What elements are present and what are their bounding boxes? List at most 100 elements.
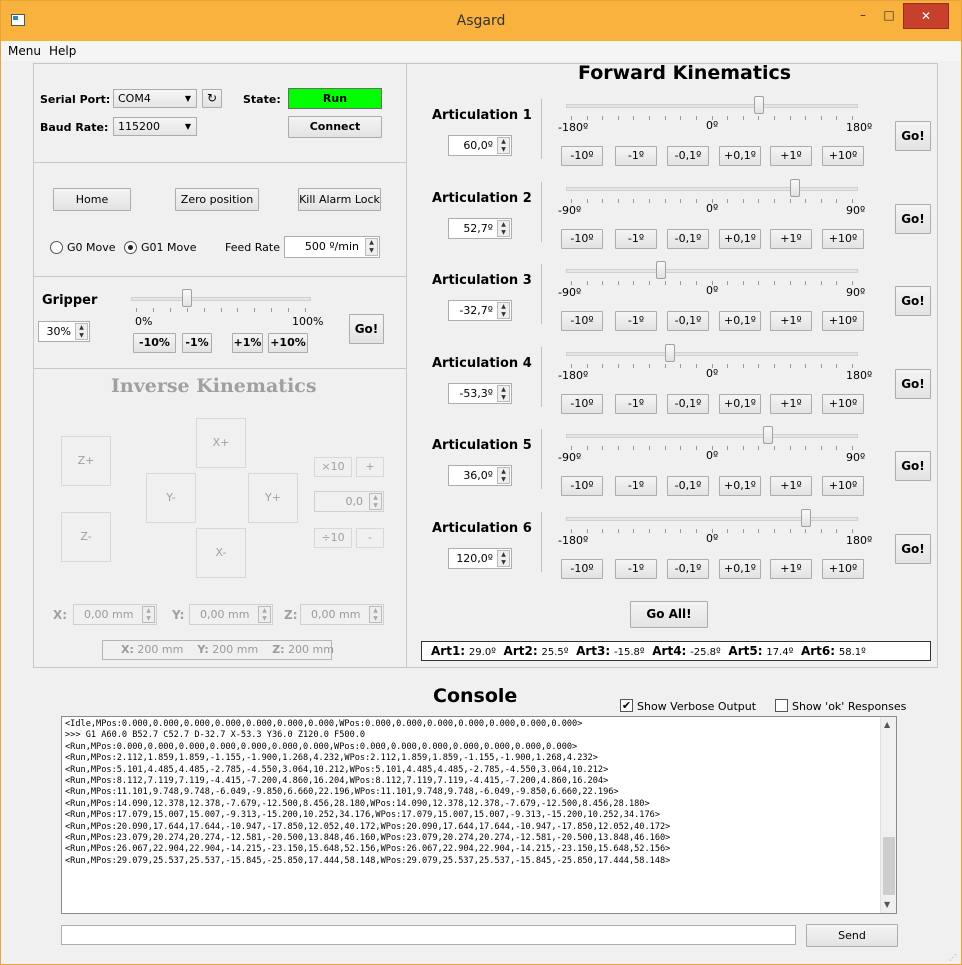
spin-arrows-icon[interactable]: ▲ ▼	[369, 493, 382, 510]
serial-port-select[interactable]: COM4 ▼	[113, 89, 197, 108]
step-spinbox[interactable]: 0,0 ▲ ▼	[314, 491, 384, 512]
articulation-spinbox[interactable]: 120,0º ▲ ▼	[448, 548, 512, 569]
y-plus-button[interactable]: Y+	[248, 473, 298, 523]
articulation-step-button[interactable]: -0,1º	[667, 559, 709, 579]
articulation-step-button[interactable]: -1º	[615, 394, 657, 414]
articulation-step-button[interactable]: -0,1º	[667, 146, 709, 166]
articulation-go-button[interactable]: Go!	[895, 121, 931, 151]
articulation-slider[interactable]	[566, 426, 858, 444]
zero-position-button[interactable]: Zero position	[175, 188, 259, 211]
articulation-slider[interactable]	[566, 344, 858, 362]
articulation-step-button[interactable]: -0,1º	[667, 311, 709, 331]
articulation-step-button[interactable]: -1º	[615, 559, 657, 579]
articulation-step-button[interactable]: +1º	[770, 476, 812, 496]
articulation-step-button[interactable]: -10º	[561, 476, 603, 496]
articulation-step-button[interactable]: +10º	[822, 229, 864, 249]
spin-arrows-icon[interactable]: ▲ ▼	[258, 606, 271, 623]
articulation-step-button[interactable]: -1º	[615, 476, 657, 496]
slider-handle[interactable]	[665, 344, 675, 362]
spin-arrows-icon[interactable]: ▲ ▼	[497, 302, 510, 319]
slider-handle[interactable]	[801, 509, 811, 527]
articulation-go-button[interactable]: Go!	[895, 204, 931, 234]
z-minus-button[interactable]: Z-	[61, 512, 111, 562]
articulation-slider[interactable]	[566, 509, 858, 527]
slider-handle[interactable]	[656, 261, 666, 279]
articulation-step-button[interactable]: -0,1º	[667, 476, 709, 496]
menu-item-menu[interactable]: Menu	[8, 44, 41, 58]
articulation-step-button[interactable]: -10º	[561, 559, 603, 579]
spin-arrows-icon[interactable]: ▲ ▼	[497, 467, 510, 484]
connect-button[interactable]: Connect	[288, 116, 382, 138]
send-button[interactable]: Send	[806, 924, 898, 947]
x-minus-button[interactable]: X-	[196, 528, 246, 578]
g01-move-radio[interactable]	[124, 241, 137, 254]
articulation-step-button[interactable]: +0,1º	[719, 394, 761, 414]
refresh-ports-button[interactable]: ↻	[202, 89, 222, 108]
step-minus-button[interactable]: -	[356, 528, 384, 548]
gripper-slider-handle[interactable]	[182, 289, 192, 307]
y-minus-button[interactable]: Y-	[146, 473, 196, 523]
articulation-step-button[interactable]: +10º	[822, 146, 864, 166]
articulation-step-button[interactable]: -10º	[561, 229, 603, 249]
articulation-step-button[interactable]: +0,1º	[719, 559, 761, 579]
home-button[interactable]: Home	[53, 188, 131, 211]
articulation-step-button[interactable]: +10º	[822, 476, 864, 496]
articulation-spinbox[interactable]: -53,3º ▲ ▼	[448, 383, 512, 404]
scroll-down-icon[interactable]: ▼	[884, 900, 890, 909]
slider-handle[interactable]	[763, 426, 773, 444]
z-plus-button[interactable]: Z+	[61, 436, 111, 486]
articulation-spinbox[interactable]: 60,0º ▲ ▼	[448, 135, 512, 156]
articulation-step-button[interactable]: +1º	[770, 559, 812, 579]
g0-move-radio[interactable]	[50, 241, 63, 254]
articulation-step-button[interactable]: -1º	[615, 146, 657, 166]
ik-z-spinbox[interactable]: 0,00 mm ▲ ▼	[300, 604, 384, 625]
close-button[interactable]: ✕	[903, 3, 949, 29]
articulation-step-button[interactable]: +0,1º	[719, 146, 761, 166]
articulation-slider[interactable]	[566, 96, 858, 114]
spin-arrows-icon[interactable]: ▲ ▼	[365, 238, 378, 256]
x-plus-button[interactable]: X+	[196, 418, 246, 468]
gripper-go-button[interactable]: Go!	[349, 314, 384, 344]
resize-grip-icon[interactable]: ⋰	[949, 953, 957, 962]
step-plus-button[interactable]: +	[356, 457, 384, 477]
maximize-button[interactable]: □	[877, 3, 901, 29]
articulation-go-button[interactable]: Go!	[895, 286, 931, 316]
articulation-step-button[interactable]: -10º	[561, 146, 603, 166]
articulation-step-button[interactable]: +1º	[770, 311, 812, 331]
articulation-step-button[interactable]: -0,1º	[667, 394, 709, 414]
articulation-step-button[interactable]: -1º	[615, 229, 657, 249]
articulation-step-button[interactable]: +0,1º	[719, 229, 761, 249]
gripper-minus10-button[interactable]: -10%	[133, 333, 176, 353]
console-command-input[interactable]	[61, 925, 796, 945]
gripper-spinbox[interactable]: 30% ▲ ▼	[38, 321, 90, 342]
console-log[interactable]: <Idle,MPos:0.000,0.000,0.000,0.000,0.000…	[61, 716, 897, 914]
console-scroll-thumb[interactable]	[883, 837, 895, 895]
articulation-step-button[interactable]: +0,1º	[719, 476, 761, 496]
articulation-step-button[interactable]: -10º	[561, 311, 603, 331]
gripper-slider[interactable]	[131, 289, 311, 307]
articulation-step-button[interactable]: +1º	[770, 146, 812, 166]
articulation-step-button[interactable]: -0,1º	[667, 229, 709, 249]
spin-arrows-icon[interactable]: ▲ ▼	[497, 385, 510, 402]
articulation-go-button[interactable]: Go!	[895, 369, 931, 399]
articulation-step-button[interactable]: -1º	[615, 311, 657, 331]
articulation-step-button[interactable]: +10º	[822, 394, 864, 414]
spin-arrows-icon[interactable]: ▲ ▼	[369, 606, 382, 623]
articulation-step-button[interactable]: +10º	[822, 311, 864, 331]
articulation-go-button[interactable]: Go!	[895, 534, 931, 564]
gripper-minus1-button[interactable]: -1%	[182, 333, 212, 353]
minimize-button[interactable]: –	[851, 3, 875, 29]
articulation-spinbox[interactable]: -32,7º ▲ ▼	[448, 300, 512, 321]
spin-arrows-icon[interactable]: ▲ ▼	[75, 323, 88, 340]
articulation-step-button[interactable]: -10º	[561, 394, 603, 414]
step-divide-button[interactable]: ÷10	[314, 528, 352, 548]
kill-alarm-lock-button[interactable]: Kill Alarm Lock	[298, 188, 381, 211]
feed-rate-spinbox[interactable]: 500 º/min ▲ ▼	[284, 236, 380, 258]
articulation-spinbox[interactable]: 52,7º ▲ ▼	[448, 218, 512, 239]
spin-arrows-icon[interactable]: ▲ ▼	[497, 550, 510, 567]
gripper-plus10-button[interactable]: +10%	[268, 333, 308, 353]
spin-arrows-icon[interactable]: ▲ ▼	[497, 137, 510, 154]
menu-item-help[interactable]: Help	[49, 44, 76, 58]
ok-responses-checkbox[interactable]	[775, 699, 788, 712]
scroll-up-icon[interactable]: ▲	[884, 720, 890, 729]
